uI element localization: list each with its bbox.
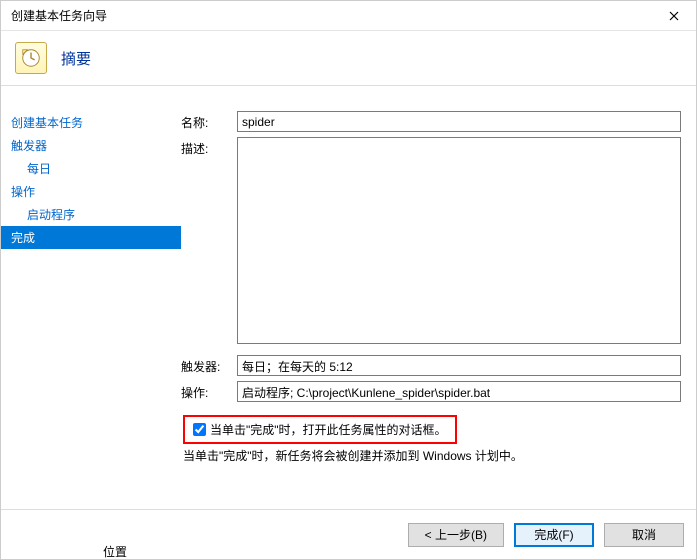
field-action: 启动程序; C:\project\Kunlene_spider\spider.b…	[237, 381, 681, 402]
nav-daily[interactable]: 每日	[1, 157, 181, 180]
row-description: 描述:	[181, 137, 681, 344]
nav-action[interactable]: 操作	[1, 180, 181, 203]
checkbox-label: 当单击"完成"时，打开此任务属性的对话框。	[210, 421, 447, 438]
row-name: 名称:	[181, 111, 681, 132]
label-name: 名称:	[181, 111, 237, 131]
titlebar: 创建基本任务向导	[1, 1, 696, 31]
row-action: 操作: 启动程序; C:\project\Kunlene_spider\spid…	[181, 381, 681, 402]
nav-trigger[interactable]: 触发器	[1, 134, 181, 157]
row-trigger: 触发器: 每日；在每天的 5:12	[181, 355, 681, 376]
input-name[interactable]	[237, 111, 681, 132]
row-open-properties: 当单击"完成"时，打开此任务属性的对话框。	[181, 415, 681, 444]
checkbox-open-properties[interactable]	[193, 423, 206, 436]
nav-sidebar: 创建基本任务 触发器 每日 操作 启动程序 完成	[1, 86, 181, 509]
window-title: 创建基本任务向导	[11, 7, 107, 24]
page-title: 摘要	[61, 48, 91, 69]
nav-start-program[interactable]: 启动程序	[1, 203, 181, 226]
finish-button[interactable]: 完成(F)	[514, 523, 594, 547]
field-trigger: 每日；在每天的 5:12	[237, 355, 681, 376]
body: 创建基本任务 触发器 每日 操作 启动程序 完成 名称: 描述: 触发器: 每日…	[1, 86, 696, 509]
wizard-window: 创建基本任务向导 摘要 创建基本任务 触发器 每日 操作 启动程序 完成 名称:…	[0, 0, 697, 560]
nav-finish[interactable]: 完成	[1, 226, 181, 249]
label-action: 操作:	[181, 381, 237, 401]
nav-create-basic-task[interactable]: 创建基本任务	[1, 111, 181, 134]
content-pane: 名称: 描述: 触发器: 每日；在每天的 5:12 操作: 启动程序; C:\p…	[181, 86, 696, 509]
clock-icon	[15, 42, 47, 74]
textarea-description[interactable]	[237, 137, 681, 344]
highlight-annotation: 当单击"完成"时，打开此任务属性的对话框。	[183, 415, 457, 444]
cancel-button[interactable]: 取消	[604, 523, 684, 547]
note-text: 当单击"完成"时，新任务将会被创建并添加到 Windows 计划中。	[181, 447, 681, 464]
close-icon	[669, 11, 679, 21]
label-description: 描述:	[181, 137, 237, 157]
back-button[interactable]: < 上一步(B)	[408, 523, 504, 547]
label-trigger: 触发器:	[181, 355, 237, 375]
close-button[interactable]	[651, 1, 696, 31]
bottom-strip-label: 位置	[103, 543, 127, 560]
header: 摘要	[1, 31, 696, 86]
